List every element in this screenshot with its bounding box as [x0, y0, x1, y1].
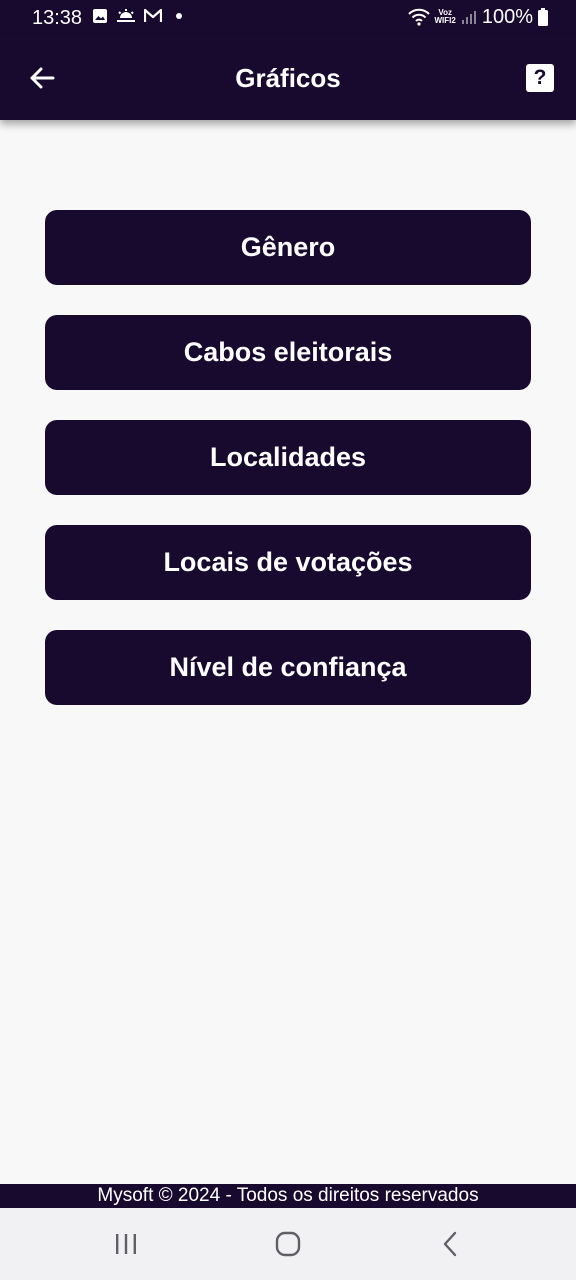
- weather-icon: [117, 9, 135, 22]
- network-label-bottom: WIFI2: [434, 16, 456, 25]
- battery-percentage: 100%: [481, 6, 533, 28]
- image-icon: [93, 9, 107, 23]
- gmail-icon: [144, 9, 162, 22]
- nivel-de-confianca-button[interactable]: Nível de confiança: [45, 630, 531, 705]
- status-icons-left: [92, 8, 188, 24]
- system-back-button[interactable]: [430, 1226, 470, 1262]
- locais-de-votacoes-button[interactable]: Locais de votações: [45, 525, 531, 600]
- home-icon: [275, 1231, 301, 1257]
- copyright-text: Mysoft © 2024 - Todos os direitos reserv…: [97, 1185, 479, 1206]
- genero-button[interactable]: Gênero: [45, 210, 531, 285]
- recent-apps-icon: [116, 1234, 136, 1254]
- app-bar: Gráficos ?: [0, 36, 576, 120]
- notification-dot-icon: [176, 13, 182, 19]
- signal-icon: [461, 11, 476, 24]
- recent-apps-button[interactable]: [106, 1226, 146, 1262]
- help-button[interactable]: ?: [526, 64, 554, 92]
- network-label: Voz WIFI2: [435, 9, 456, 25]
- status-bar: 13:38 Voz WIFI2 100%: [0, 0, 576, 36]
- charts-menu: Gênero Cabos eleitorais Localidades Loca…: [45, 210, 531, 735]
- wifi-icon: [407, 8, 430, 26]
- cabos-eleitorais-button[interactable]: Cabos eleitorais: [45, 315, 531, 390]
- footer: Mysoft © 2024 - Todos os direitos reserv…: [0, 1184, 576, 1208]
- help-icon: ?: [533, 66, 547, 89]
- home-button[interactable]: [268, 1226, 308, 1262]
- battery-icon: [538, 8, 548, 26]
- chevron-left-icon: [443, 1231, 457, 1257]
- page-title: Gráficos: [235, 63, 341, 93]
- status-time: 13:38: [32, 7, 83, 29]
- system-nav-bar: [0, 1208, 576, 1280]
- status-icons-right: Voz WIFI2 100%: [407, 5, 548, 29]
- localidades-button[interactable]: Localidades: [45, 420, 531, 495]
